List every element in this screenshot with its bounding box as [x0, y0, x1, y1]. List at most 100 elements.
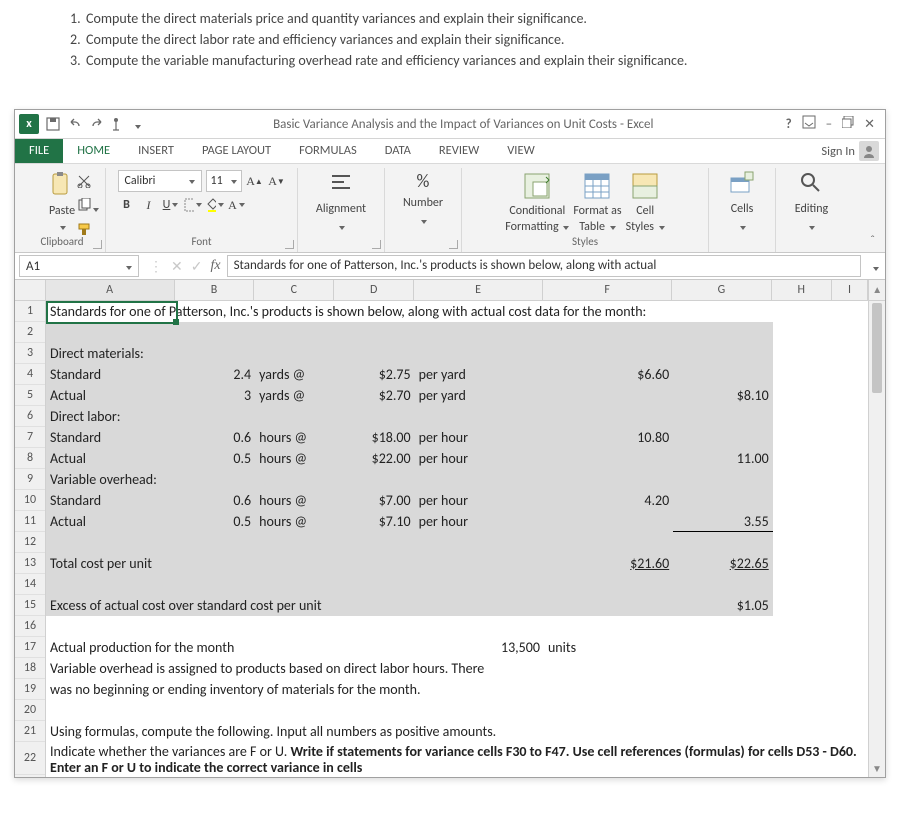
- tab-insert[interactable]: INSERT: [124, 139, 188, 163]
- cell-B11[interactable]: 0.5: [176, 511, 256, 532]
- underline-button[interactable]: U: [162, 196, 180, 214]
- font-name-select[interactable]: Calibri: [118, 170, 202, 192]
- cell-B10[interactable]: 0.6: [176, 490, 256, 511]
- cell-A18[interactable]: Variable overhead is assigned to product…: [46, 658, 868, 679]
- cell-D10[interactable]: $7.00: [335, 490, 415, 511]
- cell-A13[interactable]: Total cost per unit: [46, 553, 335, 574]
- restore-button[interactable]: [842, 116, 854, 132]
- row-19[interactable]: 19: [15, 679, 45, 700]
- col-C[interactable]: C: [254, 280, 334, 300]
- alignment-dialog-launcher[interactable]: [372, 240, 381, 249]
- cell-E17[interactable]: 13,500: [415, 637, 544, 658]
- cell-A6[interactable]: Direct labor:: [46, 406, 255, 427]
- cell-E11[interactable]: per hour: [415, 511, 544, 532]
- cell-B8[interactable]: 0.5: [176, 448, 256, 469]
- cell-C4[interactable]: yards @: [255, 364, 335, 385]
- tab-formulas[interactable]: FORMULAS: [285, 139, 371, 163]
- cell-B7[interactable]: 0.6: [176, 427, 256, 448]
- minimize-button[interactable]: –: [826, 117, 832, 132]
- number-dialog-launcher[interactable]: [449, 240, 458, 249]
- row-12[interactable]: 12: [15, 532, 45, 553]
- select-all-corner[interactable]: [15, 280, 46, 300]
- fx-icon[interactable]: fx: [210, 258, 220, 274]
- cell-E8[interactable]: per hour: [415, 448, 544, 469]
- vertical-scrollbar[interactable]: ▼: [868, 301, 885, 777]
- cell-D5[interactable]: $2.70: [335, 385, 415, 406]
- tab-page-layout[interactable]: PAGE LAYOUT: [188, 139, 285, 163]
- cell-A8[interactable]: Actual: [46, 448, 176, 469]
- row-4[interactable]: 4: [15, 364, 45, 385]
- cell-E4[interactable]: per yard: [415, 364, 544, 385]
- row-21[interactable]: 21: [15, 721, 45, 742]
- cell-E5[interactable]: per yard: [415, 385, 544, 406]
- increase-font-icon[interactable]: A▲: [246, 172, 264, 190]
- col-E[interactable]: E: [414, 280, 543, 300]
- borders-button[interactable]: [184, 196, 202, 214]
- excel-app-icon[interactable]: x: [19, 114, 39, 134]
- cell-D7[interactable]: $18.00: [335, 427, 415, 448]
- cell-E7[interactable]: per hour: [415, 427, 544, 448]
- touch-mode-icon[interactable]: [111, 116, 127, 132]
- col-B[interactable]: B: [175, 280, 255, 300]
- cell-F7[interactable]: 10.80: [544, 427, 673, 448]
- redo-icon[interactable]: [89, 116, 105, 132]
- font-color-button[interactable]: A: [228, 196, 246, 214]
- enter-formula-icon[interactable]: ✓: [191, 258, 203, 275]
- cell-A11[interactable]: Actual: [46, 511, 176, 532]
- qat-customize-dropdown[interactable]: [133, 116, 141, 133]
- cell-A5[interactable]: Actual: [46, 385, 176, 406]
- number-format-button[interactable]: % Number: [403, 170, 443, 235]
- cell-F4[interactable]: $6.60: [544, 364, 673, 385]
- cell-G8[interactable]: 11.00: [673, 448, 773, 469]
- formula-input[interactable]: Standards for one of Patterson, Inc.'s p…: [227, 255, 861, 277]
- scroll-down-arrow[interactable]: ▼: [872, 761, 882, 777]
- row-2[interactable]: 2: [15, 322, 45, 343]
- tab-view[interactable]: VIEW: [493, 139, 548, 163]
- row-7[interactable]: 7: [15, 427, 45, 448]
- close-button[interactable]: ✕: [864, 117, 875, 132]
- row-14[interactable]: 14: [15, 574, 45, 595]
- italic-button[interactable]: I: [140, 196, 158, 214]
- cell-F10[interactable]: 4.20: [544, 490, 673, 511]
- cell-G13[interactable]: $22.65: [673, 553, 773, 574]
- cell-A4[interactable]: Standard: [46, 364, 176, 385]
- tab-data[interactable]: DATA: [371, 139, 425, 163]
- cell-A17[interactable]: Actual production for the month: [46, 637, 415, 658]
- cell-C7[interactable]: hours @: [255, 427, 335, 448]
- copy-icon[interactable]: [77, 198, 99, 216]
- fill-color-button[interactable]: [206, 196, 224, 214]
- cell-C11[interactable]: hours @: [255, 511, 335, 532]
- cell-A7[interactable]: Standard: [46, 427, 176, 448]
- row-11[interactable]: 11: [15, 511, 45, 532]
- cell-A1[interactable]: Standards for one of Patterson, Inc.'s p…: [46, 301, 868, 322]
- tab-home[interactable]: HOME: [63, 139, 124, 163]
- signin-link[interactable]: Sign In: [815, 139, 885, 163]
- cell-A15[interactable]: Excess of actual cost over standard cost…: [46, 595, 544, 616]
- row-18[interactable]: 18: [15, 658, 45, 679]
- cell-A19[interactable]: was no beginning or ending inventory of …: [46, 679, 868, 700]
- cell-B4[interactable]: 2.4: [176, 364, 256, 385]
- cancel-formula-icon[interactable]: ✕: [171, 258, 183, 275]
- cell-styles-button[interactable]: Cell Styles: [626, 172, 665, 234]
- row-8[interactable]: 8: [15, 448, 45, 469]
- row-10[interactable]: 10: [15, 490, 45, 511]
- cell-D8[interactable]: $22.00: [335, 448, 415, 469]
- row-16[interactable]: 16: [15, 616, 45, 637]
- cell-grid[interactable]: Standards for one of Patterson, Inc.'s p…: [46, 301, 868, 777]
- col-F[interactable]: F: [543, 280, 672, 300]
- save-icon[interactable]: [45, 116, 61, 132]
- col-G[interactable]: G: [672, 280, 772, 300]
- col-D[interactable]: D: [334, 280, 414, 300]
- col-H[interactable]: H: [772, 280, 832, 300]
- name-box[interactable]: A1: [19, 255, 139, 277]
- cells-button[interactable]: Cells: [729, 170, 755, 235]
- row-5[interactable]: 5: [15, 385, 45, 406]
- row-6[interactable]: 6: [15, 406, 45, 427]
- undo-icon[interactable]: [67, 116, 83, 132]
- cell-G11[interactable]: 3.55: [673, 511, 773, 532]
- tab-file[interactable]: FILE: [15, 139, 63, 163]
- cell-C5[interactable]: yards @: [255, 385, 335, 406]
- bold-button[interactable]: B: [118, 196, 136, 214]
- row-3[interactable]: 3: [15, 343, 45, 364]
- cell-C10[interactable]: hours @: [255, 490, 335, 511]
